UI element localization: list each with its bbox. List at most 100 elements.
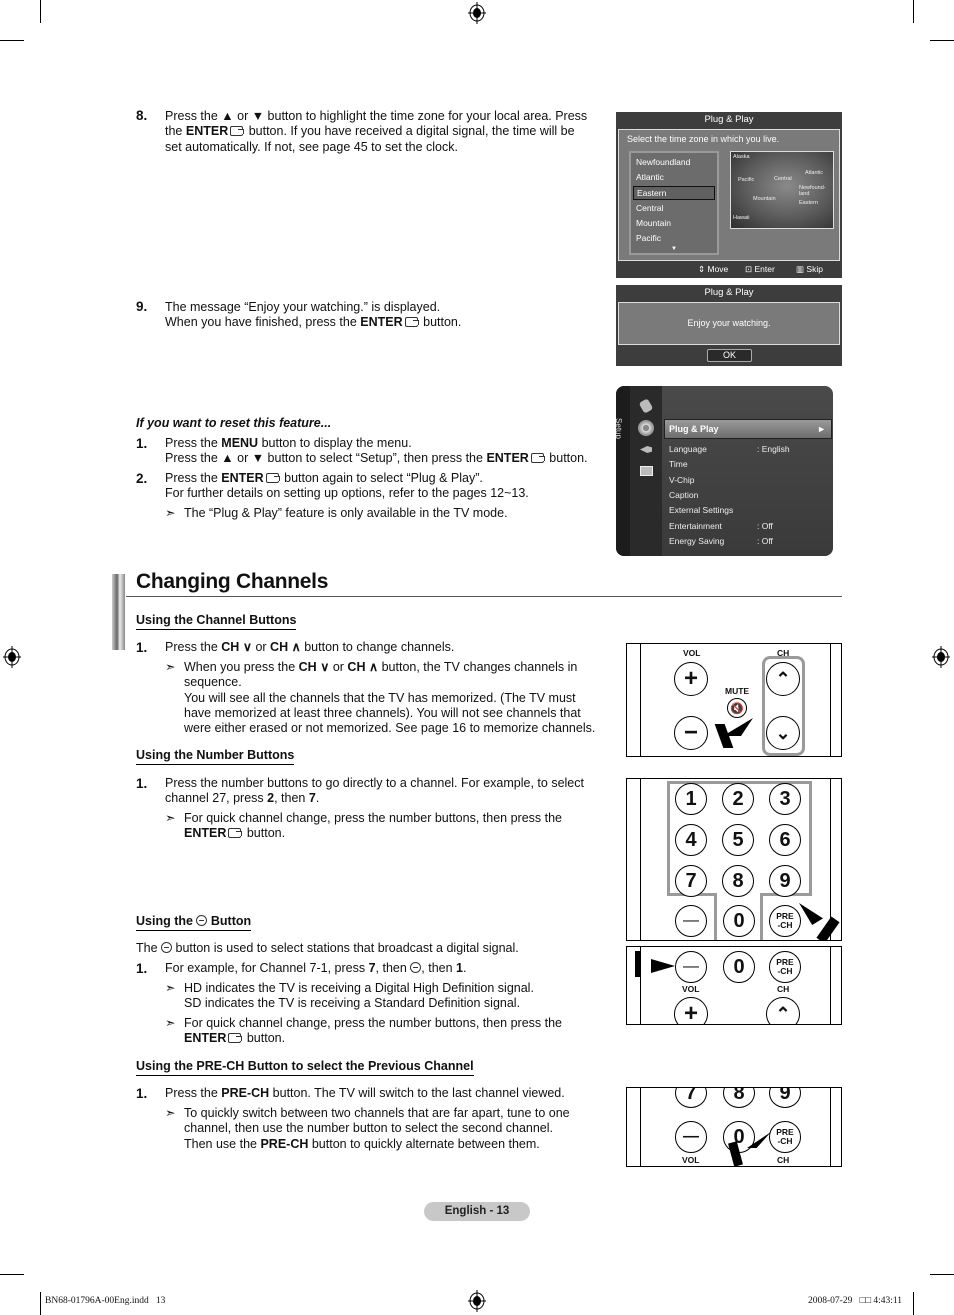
digit-0-button[interactable]: 0 <box>723 905 755 937</box>
text-line: the ENTER button. If you have received a… <box>165 124 605 139</box>
scroll-down-icon[interactable]: ▼ <box>671 246 677 252</box>
digit-9-button[interactable]: 9 <box>769 1088 801 1108</box>
step-number: 8. <box>136 108 148 123</box>
dash-button[interactable]: — <box>675 905 707 937</box>
application-icon[interactable] <box>640 466 653 476</box>
map-label: Central <box>774 176 792 182</box>
setup-item-label: Entertainment <box>669 520 722 531</box>
prech-button[interactable]: PRE -CH <box>769 951 801 983</box>
digit-3-button[interactable]: 3 <box>769 783 801 815</box>
dash-note-1: ➣ HD indicates the TV is receiving a Dig… <box>165 981 604 1012</box>
crop-mark <box>913 1292 914 1315</box>
setup-menu-item[interactable]: Time <box>669 459 829 473</box>
setup-menu-item[interactable]: Entertainment: Off <box>669 521 829 535</box>
ch-up-button[interactable]: ⌃ <box>766 662 800 696</box>
ch-label: CH <box>298 660 317 674</box>
setup-menu-item[interactable]: External Settings <box>669 505 829 519</box>
vol-down-button[interactable]: − <box>674 716 708 750</box>
dash-button[interactable]: — <box>675 951 707 983</box>
step-9-text: The message “Enjoy your watching.” is di… <box>165 300 605 331</box>
setup-menu-item[interactable]: V-Chip <box>669 475 829 489</box>
crop-mark <box>40 1292 41 1315</box>
text: . <box>462 961 467 975</box>
text-line: Press the ▲ or ▼ button to highlight the… <box>165 109 588 123</box>
digit-7-button[interactable]: 7 <box>675 1087 707 1108</box>
setup-menu-item[interactable]: Language: English <box>669 444 829 458</box>
digit: 7 <box>368 961 376 975</box>
digit-6-button[interactable]: 6 <box>769 824 801 856</box>
map-label: Alaska <box>733 154 750 160</box>
ok-button[interactable]: OK <box>707 349 752 362</box>
digit-label: 7 <box>685 1087 697 1104</box>
menu-item-plug-and-play[interactable]: Plug & Play ► <box>664 419 832 439</box>
input-icon[interactable] <box>640 446 652 453</box>
dash-button[interactable]: — <box>675 1121 707 1153</box>
enter-label: Enter <box>754 264 775 274</box>
map-label: Newfound-land <box>799 185 826 197</box>
reset-note: ➣ The “Plug & Play” feature is only avai… <box>165 506 604 521</box>
digit-8-button[interactable]: 8 <box>723 1088 755 1108</box>
step-number: 1. <box>136 961 148 976</box>
remote-edge <box>830 947 831 1024</box>
ch-label: CH <box>270 640 289 654</box>
digit-4-button[interactable]: 4 <box>675 824 707 856</box>
digit-7-button[interactable]: 7 <box>675 865 707 897</box>
setup-side-label: Setup <box>616 418 623 439</box>
timezone-option[interactable]: Mountain <box>633 217 715 231</box>
timezone-option[interactable]: Newfoundland <box>633 156 715 170</box>
setup-menu-item[interactable]: Energy Saving: Off <box>669 536 829 550</box>
text: , then <box>421 961 457 975</box>
text: button. <box>419 315 462 330</box>
text: , then <box>274 791 309 806</box>
crop-mark <box>40 0 41 23</box>
remote-illustration-keypad: 123 456 789 — 0 PRE -CH <box>626 778 842 941</box>
setup-menu-item[interactable]: Caption <box>669 490 829 504</box>
digit-1-button[interactable]: 1 <box>675 783 707 815</box>
text: button to display the menu. <box>258 436 412 450</box>
timezone-option[interactable]: Pacific <box>633 232 715 246</box>
step-number: 1. <box>136 436 148 451</box>
setup-item-label: Time <box>669 459 688 470</box>
updown-icon: ⇕ <box>698 264 706 274</box>
text-line: set automatically. If not, see page 45 t… <box>165 139 458 154</box>
text: button to change channels. <box>300 640 455 654</box>
mute-button[interactable]: 🔇 <box>727 698 747 718</box>
digit-2-button[interactable]: 2 <box>722 783 754 815</box>
timezone-option[interactable]: Eastern <box>633 186 715 201</box>
channel-step-1: Press the CH ∨ or CH ∧ button to change … <box>165 640 454 655</box>
registration-mark-icon <box>3 646 21 668</box>
ch-down-button[interactable]: ⌄ <box>766 716 800 750</box>
digit-5-button[interactable]: 5 <box>722 824 754 856</box>
step-8-text: Press the ▲ or ▼ button to highlight the… <box>165 109 605 155</box>
text-line: For quick channel change, press the numb… <box>184 1016 563 1030</box>
digit-0-button[interactable]: 0 <box>723 1121 755 1153</box>
vol-up-button[interactable]: + <box>674 662 708 696</box>
enter-label: ENTER <box>486 451 529 466</box>
setup-gear-icon[interactable] <box>638 420 654 436</box>
digit-9-button[interactable]: 9 <box>769 865 801 897</box>
timezone-option[interactable]: Atlantic <box>633 171 715 185</box>
digit-0-button[interactable]: 0 <box>723 951 755 983</box>
map-label: Mountain <box>753 196 776 202</box>
skip-hint: ▥ Skip <box>796 264 823 275</box>
enter-label: ENTER <box>184 826 227 841</box>
mute-label: MUTE <box>725 686 750 696</box>
ch-up-button[interactable]: ⌃ <box>766 997 800 1024</box>
text-line: HD indicates the TV is receiving a Digit… <box>184 981 534 995</box>
digit-8-button[interactable]: 8 <box>722 865 754 897</box>
picture-icon[interactable] <box>638 398 654 414</box>
prech-button[interactable]: PRE -CH <box>769 1121 801 1153</box>
prech-label: -CH <box>777 920 793 930</box>
text: button is used to select stations that b… <box>172 941 519 955</box>
osd-title: Plug & Play <box>704 287 754 298</box>
prech-button[interactable]: PRE -CH <box>769 905 801 937</box>
crop-mark <box>913 0 914 23</box>
subheading: Using the Button <box>136 914 252 931</box>
vol-up-button[interactable]: + <box>674 997 708 1024</box>
digit-label: 0 <box>733 909 745 932</box>
step-number: 2. <box>136 471 148 486</box>
prech-label: PRE-CH <box>221 1086 270 1100</box>
timezone-option[interactable]: Central <box>633 202 715 216</box>
note-arrow-icon: ➣ <box>165 660 176 674</box>
enter-icon <box>230 126 245 137</box>
